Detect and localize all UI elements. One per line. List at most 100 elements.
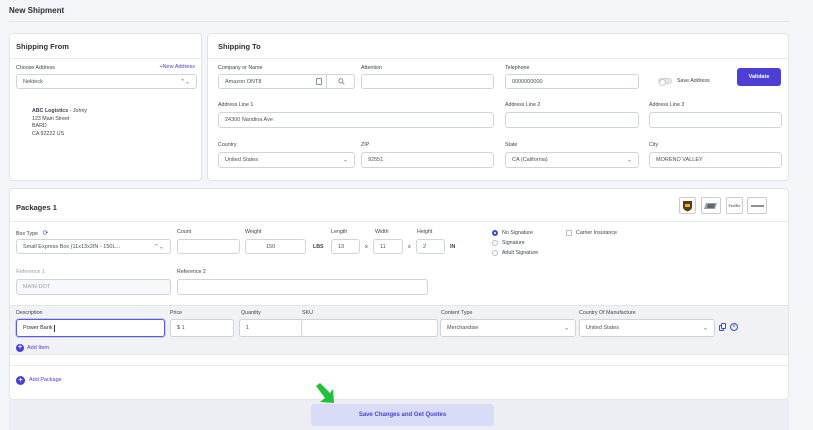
from-address-name: ABC Logistics	[32, 108, 69, 114]
shipping-to-divider	[208, 58, 788, 59]
state-label: State	[505, 142, 518, 148]
attention-input[interactable]	[361, 74, 494, 89]
count-label: Count	[177, 229, 192, 235]
reference2-input[interactable]	[177, 279, 428, 295]
address-book-icon[interactable]	[316, 78, 322, 85]
sku-label: SKU	[302, 310, 313, 316]
address3-input[interactable]	[649, 112, 782, 128]
adult-signature-radio[interactable]	[492, 250, 498, 256]
zip-input[interactable]: 92551	[361, 152, 494, 168]
count-input[interactable]	[177, 239, 240, 254]
reference1-input[interactable]: MAIN-DOT	[16, 279, 171, 295]
description-value: Power Bank	[23, 325, 53, 331]
width-label: Width	[375, 229, 389, 235]
choose-address-value: Nekteck	[23, 78, 43, 85]
content-type-select[interactable]: Merchandise ⌄	[440, 319, 576, 337]
length-value: 13	[338, 243, 345, 250]
weight-value: 150	[266, 243, 276, 250]
telephone-input[interactable]: 0000000000	[505, 74, 639, 89]
city-value: MORENO VALLEY	[656, 157, 703, 163]
copy-item-icon[interactable]	[719, 323, 726, 331]
address2-input[interactable]	[505, 112, 639, 128]
width-input[interactable]: 11	[373, 239, 403, 254]
country-manufacture-value: United States	[586, 325, 620, 331]
country-select[interactable]: United States ⌄	[218, 152, 355, 168]
carrier-insurance-checkbox[interactable]	[566, 230, 572, 236]
from-address-contact: - Johny	[68, 108, 88, 114]
add-item-plus-icon[interactable]: +	[16, 344, 24, 352]
shipping-to-card: Shipping To Company or Name Amazon ONT8 …	[207, 33, 789, 181]
shipping-from-card: Shipping From Choose Address +New Addres…	[9, 33, 202, 181]
height-label: Height	[417, 229, 433, 235]
company-value: Amazon ONT8	[225, 78, 262, 85]
box-type-value: Small Express Box (11x13x2IN - 150L...	[23, 243, 121, 250]
quantity-label: Quantity	[241, 310, 261, 316]
save-address-label: Save Address	[677, 78, 710, 84]
address1-value: 24300 Nandina Ave	[225, 117, 273, 123]
company-label: Company or Name	[218, 65, 263, 71]
address1-label: Address Line 1	[218, 102, 254, 108]
sku-input[interactable]	[301, 319, 438, 337]
remove-item-icon[interactable]: ×	[730, 323, 738, 331]
telephone-label: Telephone	[505, 65, 530, 71]
packages-title: Packages 1	[16, 203, 57, 212]
chevron-down-icon: ⌄	[626, 157, 632, 164]
length-label: Length	[331, 229, 348, 235]
shipping-to-title: Shipping To	[218, 42, 261, 51]
country-value: United States	[225, 157, 259, 163]
telephone-value: 0000000000	[512, 78, 543, 85]
times-sign: x	[365, 244, 368, 250]
text-cursor	[53, 324, 55, 332]
shipping-from-title: Shipping From	[16, 42, 69, 51]
weight-input[interactable]: 150	[245, 239, 306, 254]
signature-radio[interactable]	[492, 240, 498, 246]
content-type-value: Merchandise	[447, 325, 479, 331]
chevron-down-icon: ⌄	[702, 325, 708, 332]
quantity-input[interactable]: 1	[239, 319, 305, 337]
validate-button[interactable]: Validate	[737, 68, 781, 86]
other-carrier-button[interactable]	[747, 197, 767, 214]
description-input[interactable]: Power Bank	[16, 319, 165, 337]
packages-divider	[10, 221, 788, 222]
choose-address-select[interactable]: Nekteck ⌃⌄	[16, 74, 197, 89]
adult-signature-label: Adult Signature	[502, 250, 539, 256]
box-type-select[interactable]: Small Express Box (11x13x2IN - 150L... ⌃…	[16, 239, 171, 254]
generic-carrier-icon	[750, 204, 764, 207]
company-search-button[interactable]	[326, 74, 355, 89]
address1-input[interactable]: 24300 Nandina Ave	[218, 112, 494, 128]
save-get-quotes-button[interactable]: Save Changes and Get Quotes	[311, 404, 494, 426]
country-manufacture-select[interactable]: United States ⌄	[579, 319, 715, 337]
new-address-link[interactable]: +New Address	[159, 64, 195, 70]
length-input[interactable]: 13	[331, 239, 360, 254]
zip-label: ZIP	[361, 142, 370, 148]
no-signature-label: No Signature	[502, 230, 533, 236]
add-package-plus-icon[interactable]: +	[16, 376, 25, 385]
add-item-link[interactable]: Add Item	[27, 345, 49, 351]
green-arrow-icon	[316, 383, 334, 403]
add-package-divider	[10, 365, 788, 366]
content-type-label: Content Type	[441, 310, 473, 316]
state-select[interactable]: CA (California) ⌄	[505, 152, 639, 168]
chevron-down-icon: ⌄	[563, 325, 569, 332]
ups-carrier-button[interactable]	[679, 197, 696, 214]
fedex-carrier-button[interactable]: FedEx	[726, 197, 743, 214]
updown-chevron-icon: ⌃⌄	[153, 244, 164, 250]
usps-carrier-button[interactable]	[701, 197, 721, 214]
add-package-link[interactable]: Add Package	[29, 377, 62, 383]
signature-label: Signature	[502, 240, 525, 246]
address2-label: Address Line 2	[505, 102, 541, 108]
city-input[interactable]: MORENO VALLEY	[649, 152, 782, 168]
save-address-toggle[interactable]	[658, 78, 672, 84]
updown-chevron-icon: ⌃⌄	[179, 79, 190, 85]
quantity-value: 1	[246, 325, 250, 331]
reference1-value: MAIN-DOT	[23, 284, 51, 290]
zip-value: 92551	[368, 157, 384, 163]
packages-card: Packages 1 FedEx Box Type ⟳ Small Expres…	[9, 188, 789, 400]
state-value: CA (California)	[512, 157, 548, 163]
price-input[interactable]: $ 1	[170, 319, 234, 337]
refresh-icon[interactable]: ⟳	[42, 230, 48, 237]
height-input[interactable]: 2	[416, 239, 445, 254]
usps-logo-icon	[704, 202, 717, 209]
no-signature-radio[interactable]	[492, 230, 498, 236]
reference1-label: Reference 1	[16, 269, 45, 275]
